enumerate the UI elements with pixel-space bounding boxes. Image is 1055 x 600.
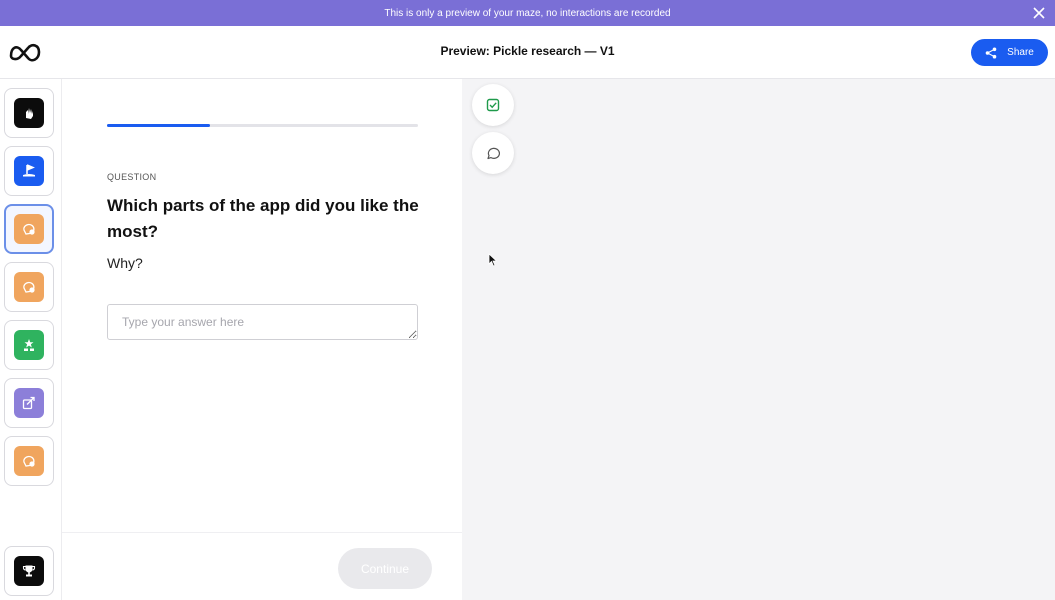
preview-banner-text: This is only a preview of your maze, no … [384,7,671,19]
card-sort-icon [14,388,44,418]
step-open-question-current[interactable] [4,204,54,254]
progress-fill [107,124,210,127]
preview-banner: This is only a preview of your maze, no … [0,0,1055,26]
question-label: QUESTION [107,172,157,182]
question-panel: QUESTION Which parts of the app did you … [62,79,462,600]
answer-input[interactable] [107,304,418,340]
share-icon [985,47,997,58]
progress-bar [107,124,418,127]
comment-button[interactable] [472,132,514,174]
top-bar: Preview: Pickle research — V1 Share [0,26,1055,79]
page-title: Preview: Pickle research — V1 [440,44,615,58]
step-open-question[interactable] [4,262,54,312]
step-open-question[interactable] [4,436,54,486]
mouse-cursor-icon [488,253,498,267]
step-thank-you[interactable] [4,546,54,596]
prototype-preview-area [462,79,1055,600]
open-question-icon [14,272,44,302]
footer-divider [62,532,462,533]
question-title: Which parts of the app did you like the … [107,196,419,241]
share-button[interactable]: Share [971,39,1048,66]
trophy-icon [14,556,44,586]
open-question-icon [14,214,44,244]
steps-sidebar [0,79,62,600]
checkbox-icon [486,98,500,112]
tasks-button[interactable] [472,84,514,126]
opinion-scale-icon [14,330,44,360]
step-opinion-scale[interactable] [4,320,54,370]
mission-icon [14,98,44,128]
continue-button[interactable]: Continue [338,548,432,589]
comment-icon [487,147,500,160]
close-icon[interactable] [1031,5,1047,21]
open-question-icon [14,446,44,476]
step-card-sort[interactable] [4,378,54,428]
step-welcome[interactable] [4,146,54,196]
flag-icon [14,156,44,186]
step-mission[interactable] [4,88,54,138]
share-button-label: Share [1007,47,1034,58]
question-subtitle: Why? [107,255,143,271]
